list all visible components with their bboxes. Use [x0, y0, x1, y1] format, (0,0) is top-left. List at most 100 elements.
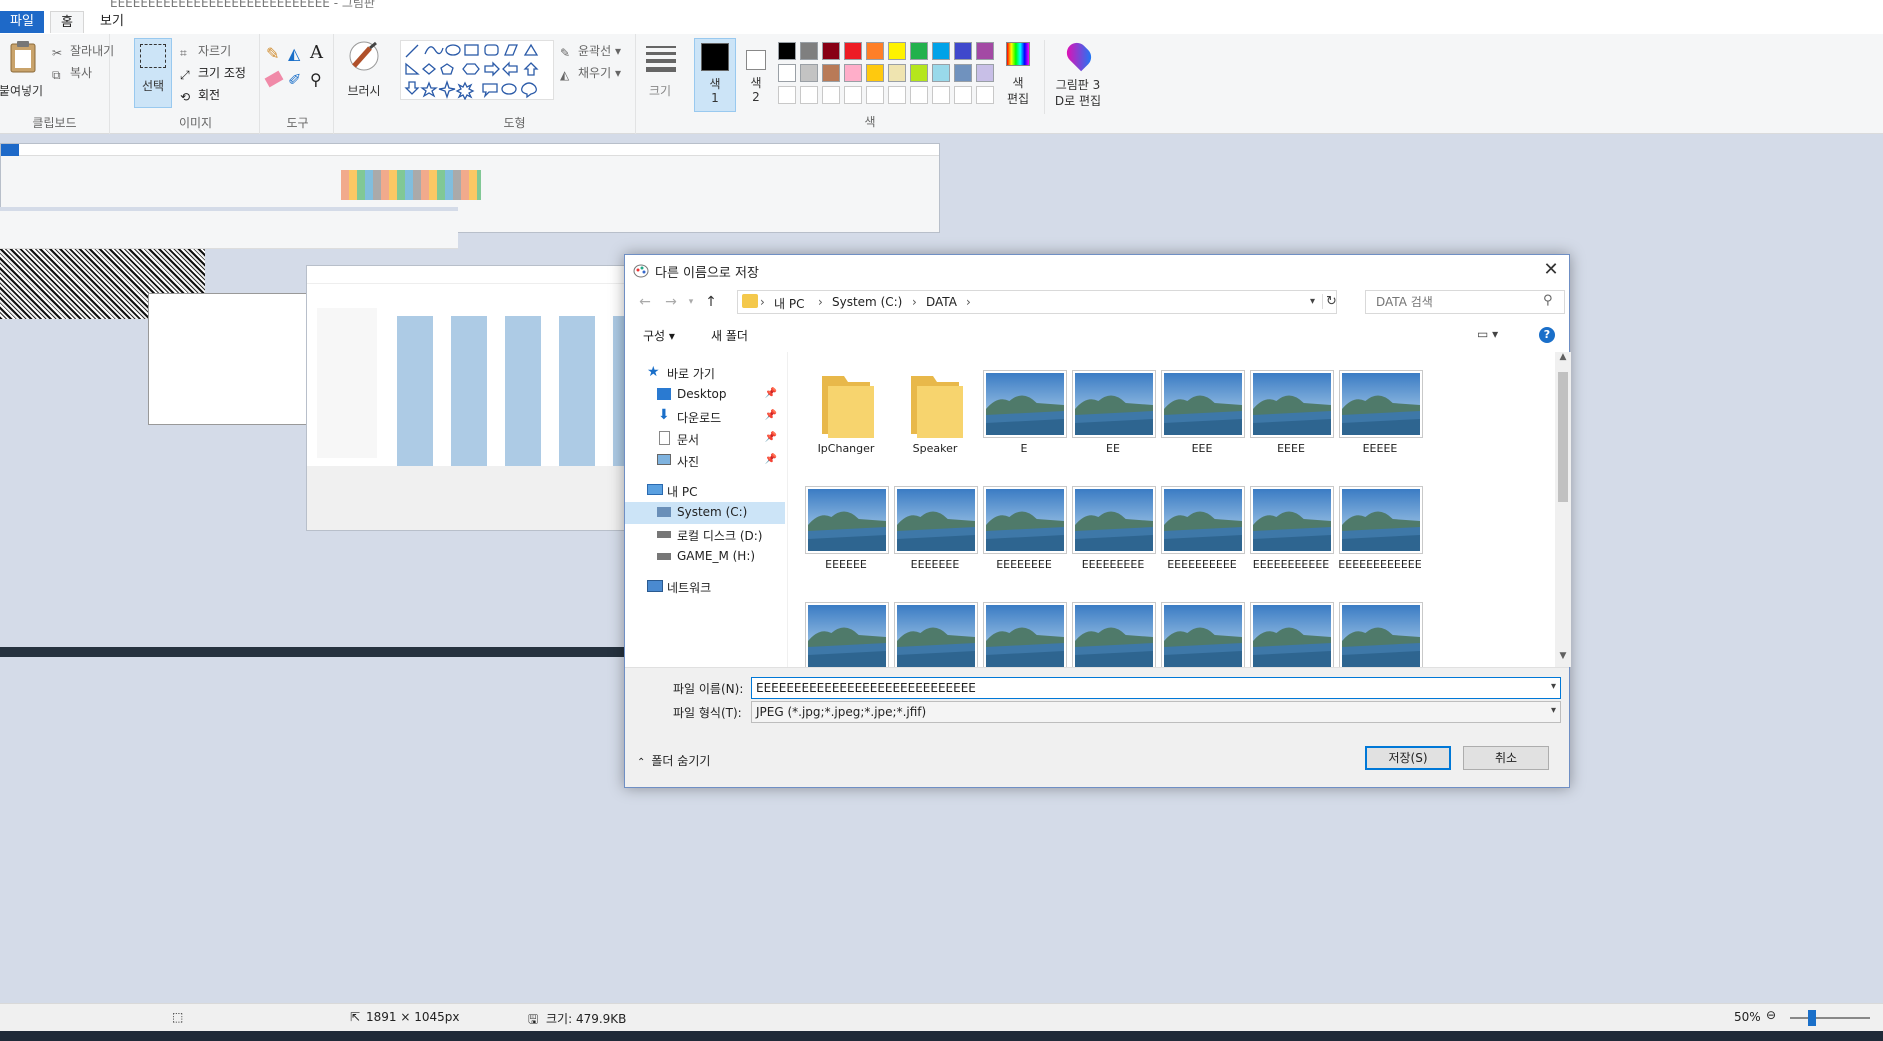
copy-button[interactable]: ⧉ 복사 [52, 64, 92, 82]
eraser-icon[interactable] [264, 70, 284, 88]
nav-game-h[interactable]: GAME_M (H:) [625, 546, 785, 568]
color-swatch[interactable] [866, 86, 884, 104]
color-swatch[interactable] [822, 86, 840, 104]
image-file-item[interactable]: EEE [1152, 364, 1252, 460]
color-swatch[interactable] [778, 86, 796, 104]
nav-pictures[interactable]: 사진 📌 [625, 450, 785, 472]
size-button[interactable]: 크기 [640, 40, 680, 110]
nav-documents[interactable]: 문서 📌 [625, 428, 785, 450]
pencil-icon[interactable]: ✎ [266, 44, 279, 63]
nav-quick-access[interactable]: ★ 바로 가기 [625, 362, 785, 384]
scrollbar-thumb[interactable] [1558, 372, 1568, 502]
breadcrumb-system-c[interactable]: System (C:) [832, 295, 902, 309]
image-file-item[interactable] [885, 596, 985, 667]
scroll-down-icon[interactable]: ▼ [1555, 651, 1571, 667]
outline-dropdown[interactable]: ✎ 윤곽선 ▾ [560, 42, 621, 60]
nav-this-pc[interactable]: 내 PC [625, 480, 785, 502]
color-swatch[interactable] [932, 86, 950, 104]
zoom-slider[interactable] [1790, 1010, 1870, 1026]
shapes-gallery[interactable] [400, 40, 554, 100]
image-file-item[interactable]: EE [1063, 364, 1163, 460]
search-input[interactable] [1365, 290, 1565, 314]
image-file-item[interactable]: EEEEE [1330, 364, 1430, 460]
image-file-item[interactable] [1330, 596, 1430, 667]
color-swatch[interactable] [800, 42, 818, 60]
help-icon[interactable]: ? [1539, 327, 1555, 343]
color-swatch[interactable] [778, 42, 796, 60]
breadcrumb-this-pc[interactable]: 내 PC [774, 295, 804, 312]
color-swatch[interactable] [954, 86, 972, 104]
nav-local-d[interactable]: 로컬 디스크 (D:) [625, 524, 785, 546]
cut-button[interactable]: ✂ 잘라내기 [52, 42, 114, 60]
color-swatch[interactable] [822, 64, 840, 82]
cancel-button[interactable]: 취소 [1463, 746, 1549, 770]
text-icon[interactable]: A [310, 42, 323, 63]
image-file-item[interactable]: EEEEEEEEEEE [1241, 480, 1341, 576]
color-picker-icon[interactable]: ✐ [288, 70, 301, 89]
hide-folders-toggle[interactable]: ⌃ 폴더 숨기기 [637, 752, 710, 769]
scroll-up-icon[interactable]: ▲ [1555, 352, 1571, 368]
brush-button[interactable]: 브러시 [342, 38, 386, 118]
tab-view[interactable]: 보기 [90, 11, 134, 33]
color-swatch[interactable] [888, 86, 906, 104]
save-button[interactable]: 저장(S) [1365, 746, 1451, 770]
edit-colors-button[interactable]: 색 편집 [1000, 40, 1036, 114]
folder-item[interactable]: IpChanger [796, 364, 896, 460]
image-file-item[interactable]: EEEEEEEE [974, 480, 1074, 576]
color-swatch[interactable] [888, 64, 906, 82]
color-swatch[interactable] [844, 42, 862, 60]
color-swatch[interactable] [800, 86, 818, 104]
color-swatch[interactable] [910, 86, 928, 104]
image-file-item[interactable]: EEEEEEEEEE [1152, 480, 1252, 576]
image-file-item[interactable]: EEEEEE [796, 480, 896, 576]
filename-input[interactable]: EEEEEEEEEEEEEEEEEEEEEEEEEEEEE ▾ [751, 677, 1561, 699]
image-file-item[interactable]: EEEEEEE [885, 480, 985, 576]
color-swatch[interactable] [866, 42, 884, 60]
color-swatch[interactable] [910, 42, 928, 60]
chevron-down-icon[interactable]: ▾ [1551, 681, 1556, 692]
organize-button[interactable]: 구성 ▾ [643, 327, 675, 344]
tab-file[interactable]: 파일 [0, 11, 44, 33]
edit-with-paint3d-button[interactable]: 그림판 3 D로 편집 [1044, 38, 1110, 114]
tab-home[interactable]: 홈 [50, 11, 84, 33]
address-dropdown-icon[interactable]: ▾ [1310, 296, 1315, 307]
view-options-icon[interactable]: ▭ ▾ [1477, 327, 1498, 341]
nav-system-c[interactable]: System (C:) [625, 502, 785, 524]
recent-locations-icon[interactable]: ▾ [681, 292, 701, 312]
color2-button[interactable]: 색 2 [740, 38, 772, 112]
color-swatch[interactable] [866, 64, 884, 82]
filetype-select[interactable]: JPEG (*.jpg;*.jpeg;*.jpe;*.jfif) ▾ [751, 701, 1561, 723]
address-bar[interactable]: › 내 PC › System (C:) › DATA › ▾ ↻ [737, 290, 1337, 314]
color-swatch[interactable] [954, 42, 972, 60]
color-swatch[interactable] [932, 42, 950, 60]
magnifier-icon[interactable]: ⚲ [310, 70, 322, 89]
color-swatch[interactable] [778, 64, 796, 82]
color-swatch[interactable] [976, 64, 994, 82]
color-swatch[interactable] [844, 86, 862, 104]
file-pane-scrollbar[interactable]: ▲ ▼ [1555, 352, 1571, 667]
color-swatch[interactable] [800, 64, 818, 82]
image-file-item[interactable] [1063, 596, 1163, 667]
close-icon[interactable]: ✕ [1539, 259, 1563, 281]
fill-dropdown[interactable]: ◭ 채우기 ▾ [560, 64, 621, 82]
color-swatch[interactable] [888, 42, 906, 60]
up-arrow-icon[interactable]: ↑ [701, 292, 721, 312]
select-button[interactable]: 선택 [134, 38, 172, 108]
new-folder-button[interactable]: 새 폴더 [711, 327, 748, 344]
image-file-item[interactable]: EEEE [1241, 364, 1341, 460]
image-file-item[interactable] [974, 596, 1074, 667]
image-file-item[interactable] [1152, 596, 1252, 667]
color-swatch[interactable] [954, 64, 972, 82]
color-swatch[interactable] [910, 64, 928, 82]
nav-downloads[interactable]: ⬇ 다운로드 📌 [625, 406, 785, 428]
chevron-down-icon[interactable]: ▾ [1551, 705, 1556, 716]
refresh-icon[interactable]: ↻ [1322, 294, 1337, 309]
image-file-item[interactable]: EEEEEEEEE [1063, 480, 1163, 576]
nav-network[interactable]: 네트워크 [625, 576, 785, 598]
resize-button[interactable]: ⤢ 크기 조정 [180, 64, 246, 82]
back-arrow-icon[interactable]: ← [635, 292, 655, 312]
folder-item[interactable]: Speaker [885, 364, 985, 460]
paste-button[interactable]: 붙여넣기 [0, 38, 48, 108]
nav-desktop[interactable]: Desktop 📌 [625, 384, 785, 406]
zoom-slider-thumb[interactable] [1808, 1010, 1816, 1026]
